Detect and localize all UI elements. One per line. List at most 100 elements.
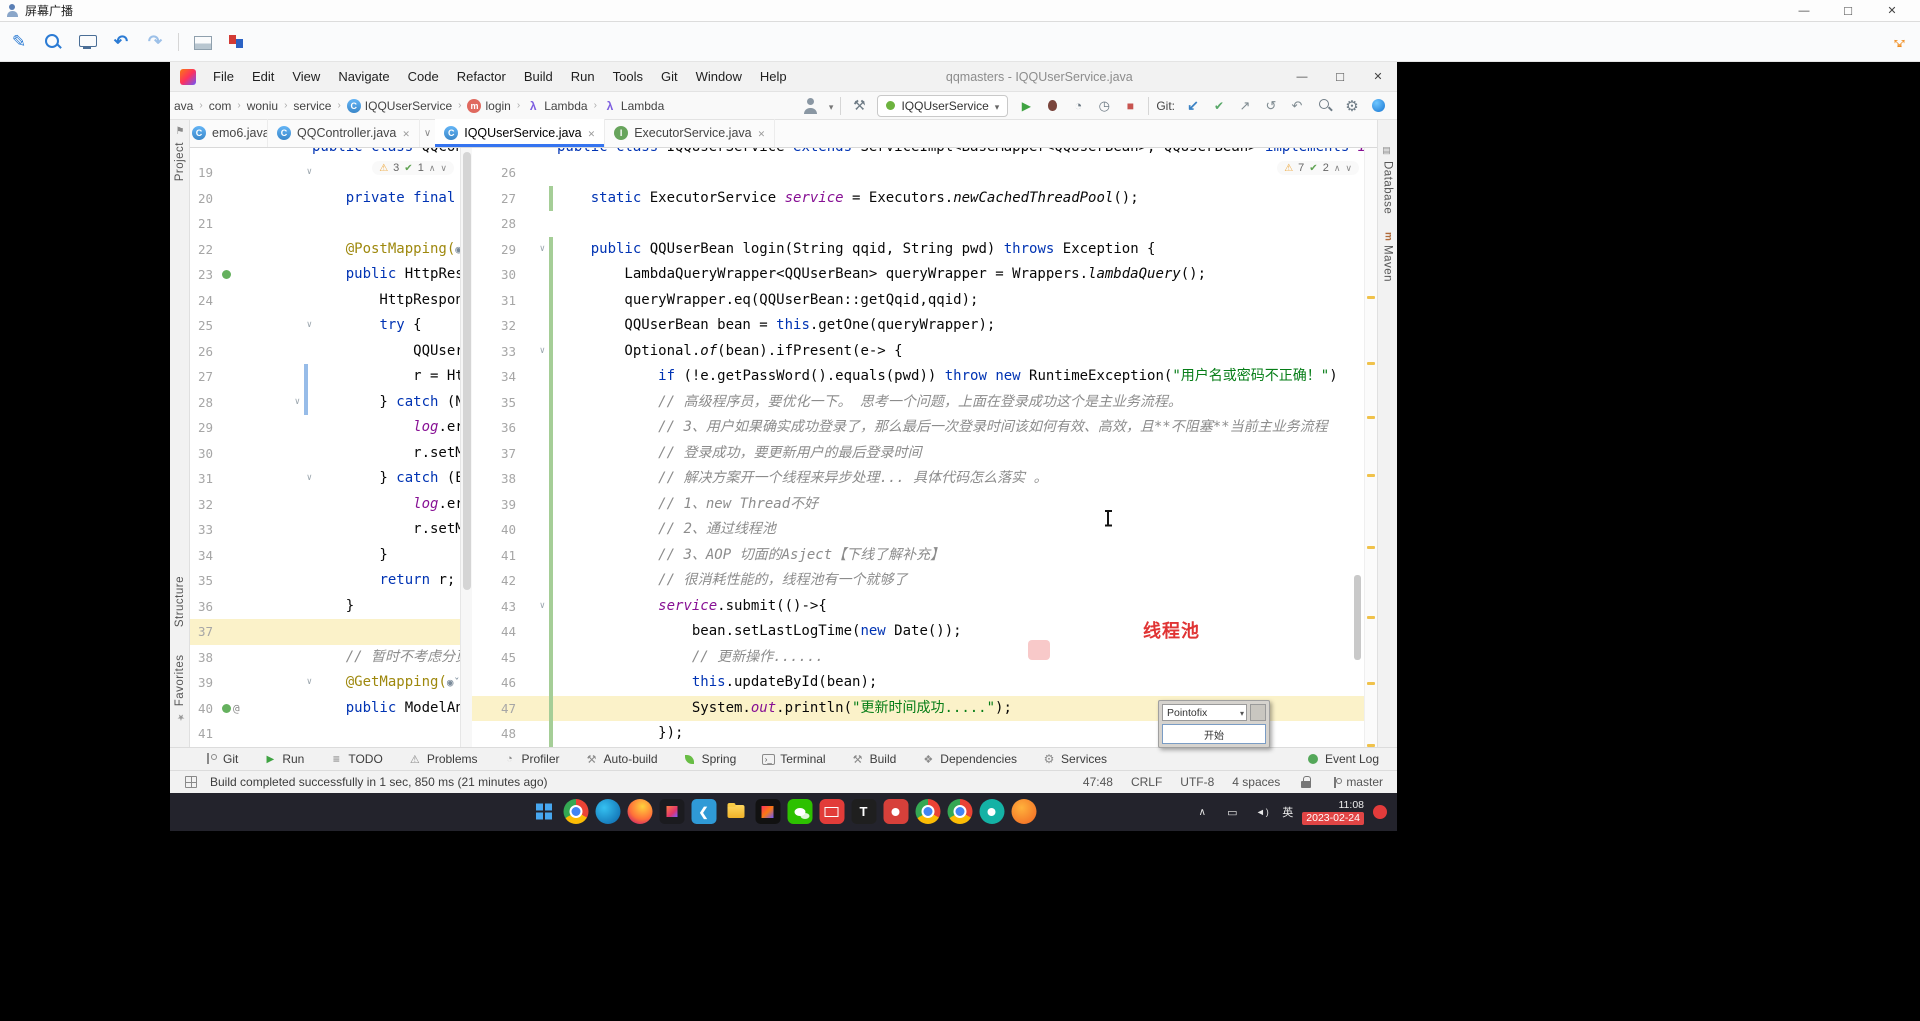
menu-view[interactable]: View (283, 62, 329, 91)
toolwindow-terminal[interactable]: Terminal (761, 752, 825, 766)
line-number[interactable]: 30 (472, 262, 522, 288)
line-number[interactable]: 38 (472, 466, 522, 492)
line-number[interactable]: 47 (472, 696, 522, 722)
gutter[interactable] (220, 517, 312, 543)
tab-IQQUserService.java[interactable]: IQQUserService.java (435, 119, 606, 147)
mapping-icon[interactable] (222, 703, 231, 713)
scrollbar-thumb[interactable] (463, 152, 471, 590)
line-number[interactable]: 48 (472, 721, 522, 747)
toolbox-icon[interactable] (659, 799, 684, 824)
warning-stripe-mark[interactable] (1367, 362, 1375, 365)
line-number[interactable]: 37 (190, 619, 220, 645)
line-number[interactable]: 23 (190, 262, 220, 288)
tool-window-switcher-icon[interactable] (180, 771, 202, 793)
line-number[interactable]: 46 (472, 670, 522, 696)
toolwindow-build[interactable]: Build (851, 752, 897, 766)
code-line[interactable]: 42 // 很消耗性能的，线程池有一个就够了 (472, 568, 1377, 594)
pointofix-menu-button[interactable] (1250, 704, 1266, 721)
warning-stripe-mark[interactable] (1367, 616, 1375, 619)
inspections-widget[interactable]: 3 1 (372, 161, 454, 175)
line-number[interactable]: 21 (190, 211, 220, 237)
history-icon[interactable] (1260, 95, 1282, 117)
fold-icon[interactable] (540, 237, 545, 263)
gutter[interactable] (220, 313, 312, 339)
stop-icon[interactable] (1119, 95, 1141, 117)
debug-icon[interactable] (1041, 95, 1063, 117)
code-line[interactable]: 38 // 暂时不考虑分页 (190, 645, 472, 671)
gutter[interactable] (522, 466, 557, 492)
line-number[interactable]: 24 (190, 288, 220, 314)
editor-right-pane[interactable]: public class IQQUserService extends Serv… (472, 148, 1377, 747)
line-number[interactable]: 20 (190, 186, 220, 212)
code-line[interactable]: 22 @PostMapping(◉ˇ"/ (190, 237, 472, 263)
gutter[interactable] (522, 236, 557, 263)
code-line[interactable]: 32 log.error( (190, 492, 472, 518)
undo-icon[interactable] (110, 31, 132, 53)
tab-ExecutorService.java[interactable]: ExecutorService.java (605, 119, 776, 147)
tool-strip-project[interactable]: Project (174, 142, 186, 185)
toolwindow-spring[interactable]: Spring (683, 752, 737, 766)
menu-build[interactable]: Build (515, 62, 562, 91)
menu-run[interactable]: Run (562, 62, 604, 91)
code-line[interactable]: 41 // 3、AOP 切面的Asject【下线了解补充】 (472, 542, 1377, 569)
line-number[interactable]: 42 (472, 568, 522, 594)
gutter[interactable] (522, 211, 557, 237)
tool-strip-structure[interactable]: Structure (174, 576, 186, 631)
toolwindow-todo[interactable]: TODO (329, 752, 382, 766)
code-line[interactable]: 28 (472, 211, 1377, 237)
gutter[interactable] (220, 670, 312, 696)
menu-navigate[interactable]: Navigate (329, 62, 398, 91)
gutter[interactable] (220, 364, 312, 390)
windows-start-icon[interactable] (531, 799, 556, 824)
line-number[interactable]: 40 (190, 696, 220, 722)
line-separator[interactable]: CRLF (1131, 775, 1162, 789)
gutter[interactable] (522, 338, 557, 365)
fold-icon[interactable] (295, 390, 300, 416)
search-icon[interactable] (1315, 95, 1337, 117)
notification-badge[interactable] (1373, 805, 1387, 819)
fold-icon[interactable] (540, 339, 545, 365)
code-line[interactable]: 21 (190, 211, 472, 237)
pointofix-start-button[interactable]: 开始 (1162, 724, 1266, 744)
gutter[interactable] (220, 441, 312, 467)
gutter[interactable] (522, 287, 557, 313)
line-number[interactable]: 36 (472, 415, 522, 441)
gutter[interactable] (522, 440, 557, 466)
error-stripe[interactable] (1364, 148, 1377, 747)
gutter[interactable] (522, 364, 557, 390)
gutter[interactable] (220, 466, 312, 492)
gutter[interactable] (522, 389, 557, 415)
orange-icon[interactable] (1011, 799, 1036, 824)
ide-minimize-button[interactable] (1283, 62, 1321, 91)
teal-icon[interactable] (979, 799, 1004, 824)
gutter[interactable] (220, 160, 312, 186)
warning-stripe-mark[interactable] (1367, 296, 1375, 299)
line-number[interactable]: 22 (190, 237, 220, 263)
gutter[interactable] (522, 160, 557, 186)
line-number[interactable]: 37 (472, 441, 522, 467)
gutter[interactable] (220, 186, 312, 212)
ide-maximize-button[interactable] (1321, 62, 1359, 91)
code-line[interactable]: 31 queryWrapper.eq(QQUserBean::getQqid,q… (472, 287, 1377, 313)
edge-icon[interactable] (595, 799, 620, 824)
recorder-icon[interactable] (883, 799, 908, 824)
close-icon[interactable] (758, 126, 766, 140)
gutter[interactable]: @ (220, 696, 312, 722)
code-line[interactable]: 40 // 2、通过线程池 (472, 517, 1377, 543)
code-line[interactable]: 39 // 1、new Thread不好 (472, 491, 1377, 517)
code-line[interactable]: 28 } catch (NullP (190, 389, 472, 416)
line-number[interactable]: 41 (472, 543, 522, 569)
gutter[interactable] (522, 695, 557, 721)
code-line[interactable]: 31 } catch (Excep (190, 466, 472, 492)
line-number[interactable]: 40 (472, 517, 522, 543)
gutter[interactable] (220, 262, 312, 288)
code-line[interactable]: 36 } (190, 594, 472, 620)
line-number[interactable]: 26 (472, 160, 522, 186)
toolwindow-git[interactable]: Git (204, 752, 238, 766)
gutter[interactable] (522, 670, 557, 696)
wechat-icon[interactable] (787, 799, 812, 824)
maximize-button[interactable] (1826, 0, 1870, 21)
coverage-icon[interactable] (1067, 95, 1089, 117)
prev-issue-icon[interactable] (429, 162, 436, 174)
line-number[interactable]: 34 (472, 364, 522, 390)
